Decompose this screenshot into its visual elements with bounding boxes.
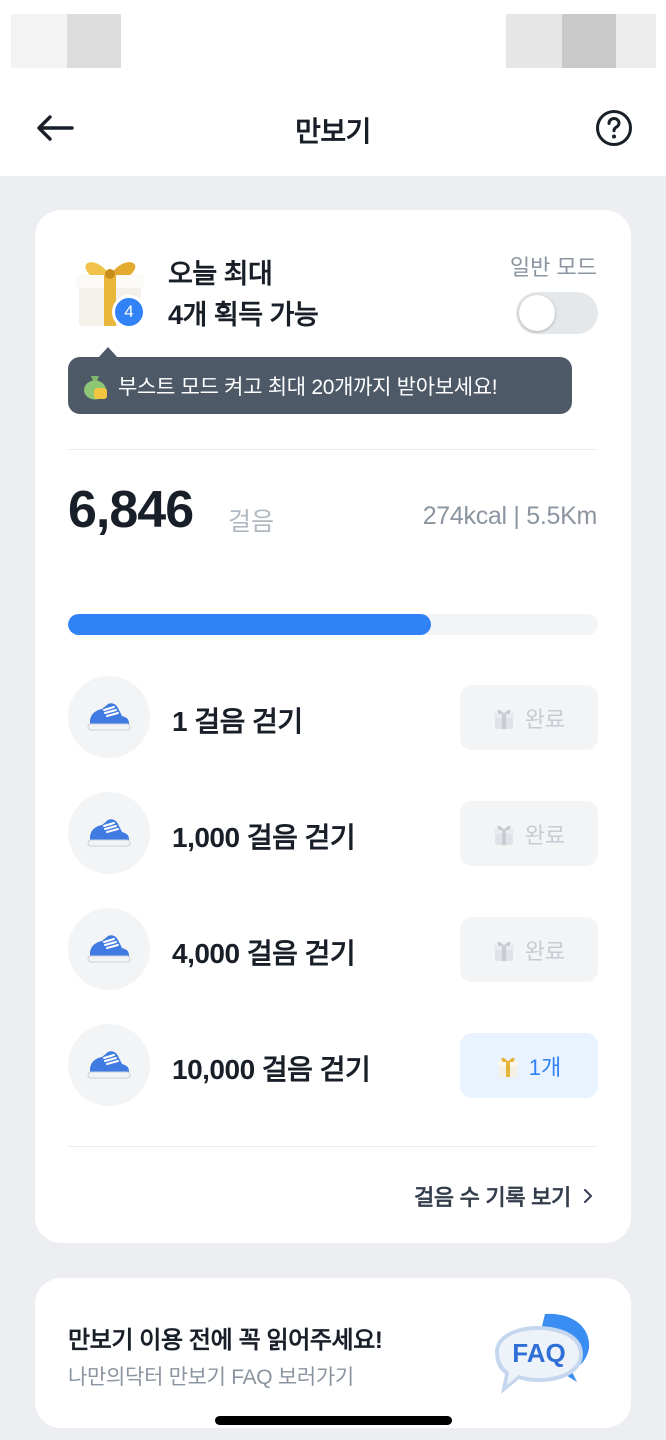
mission-status: 완료 <box>524 938 566 964</box>
reward-subtitle: 4개 획득 가능 <box>168 300 319 330</box>
mission-reward-button[interactable]: 완료 <box>460 685 598 750</box>
status-bar-blur <box>11 14 67 68</box>
sneaker-icon <box>87 703 131 731</box>
mission-reward-button[interactable]: 완료 <box>460 801 598 866</box>
step-unit: 걸음 <box>228 508 275 536</box>
status-bar <box>0 0 666 80</box>
step-progress-fill <box>68 614 432 635</box>
faq-badge-text: FAQ <box>512 1338 565 1368</box>
status-bar-blur <box>67 14 121 68</box>
mission-row: 10,000 걸음 걷기 1개 <box>68 1024 598 1106</box>
step-progress-bar <box>68 614 598 635</box>
divider <box>68 1146 598 1147</box>
sneaker-icon <box>87 1051 131 1079</box>
mission-status: 완료 <box>524 706 566 732</box>
faq-card[interactable]: 만보기 이용 전에 꼭 읽어주세요! 나만의닥터 만보기 FAQ 보러가기 FA… <box>35 1278 631 1428</box>
faq-title: 만보기 이용 전에 꼭 읽어주세요! <box>68 1327 383 1354</box>
faq-bubble-icon: FAQ <box>495 1313 590 1394</box>
mission-row: 1,000 걸음 걷기 완료 <box>68 792 598 874</box>
gift-icon <box>493 941 514 961</box>
sneaker-circle <box>68 1024 150 1106</box>
gift-icon <box>493 709 514 729</box>
gift-icon <box>497 1057 518 1077</box>
calorie-distance: 274kcal | 5.5Km <box>422 502 598 530</box>
mode-label: 일반 모드 <box>509 255 597 280</box>
boost-mode-toggle[interactable] <box>516 292 598 334</box>
step-history-label: 걸음 수 기록 보기 <box>413 1185 571 1210</box>
sneaker-icon <box>87 819 131 847</box>
page-title: 만보기 <box>295 116 371 147</box>
tooltip-arrow <box>98 347 118 358</box>
chevron-right-icon <box>584 1189 592 1203</box>
status-bar-blur <box>506 14 562 68</box>
sneaker-circle <box>68 908 150 990</box>
sneaker-circle <box>68 792 150 874</box>
mission-status: 완료 <box>524 822 566 848</box>
sneaker-icon <box>87 935 131 963</box>
faq-subtitle: 나만의닥터 만보기 FAQ 보러가기 <box>68 1366 354 1389</box>
mission-reward-button[interactable]: 완료 <box>460 917 598 982</box>
divider <box>68 449 598 450</box>
mission-status: 1개 <box>528 1054 562 1080</box>
money-bag-icon <box>84 375 107 399</box>
sneaker-circle <box>68 676 150 758</box>
step-history-link[interactable]: 걸음 수 기록 보기 <box>414 1180 593 1212</box>
pedometer-card: 4 오늘 최대 4개 획득 가능 일반 모드 부스트 모드 켜고 최대 20개까… <box>35 210 631 1243</box>
mission-row: 1 걸음 걷기 완료 <box>68 676 598 758</box>
status-bar-blur <box>562 14 616 68</box>
mission-label: 4,000 걸음 걷기 <box>172 938 356 969</box>
boost-tooltip: 부스트 모드 켜고 최대 20개까지 받아보세요! <box>68 347 572 414</box>
mission-row: 4,000 걸음 걷기 완료 <box>68 908 598 990</box>
nav-bar: 만보기 <box>0 80 666 176</box>
step-count: 6,846 <box>68 481 194 539</box>
mission-label: 1 걸음 걷기 <box>172 706 303 737</box>
reward-title: 오늘 최대 <box>168 259 273 289</box>
mission-reward-button[interactable]: 1개 <box>460 1033 598 1098</box>
tooltip-text: 부스트 모드 켜고 최대 20개까지 받아보세요! <box>118 375 498 399</box>
toggle-knob <box>519 295 555 331</box>
home-indicator <box>215 1416 452 1425</box>
mission-label: 1,000 걸음 걷기 <box>172 822 356 853</box>
gift-count-badge: 4 <box>112 295 146 329</box>
status-bar-blur <box>616 14 656 68</box>
help-icon[interactable] <box>594 108 634 148</box>
gift-icon <box>493 825 514 845</box>
mission-label: 10,000 걸음 걷기 <box>172 1054 371 1085</box>
